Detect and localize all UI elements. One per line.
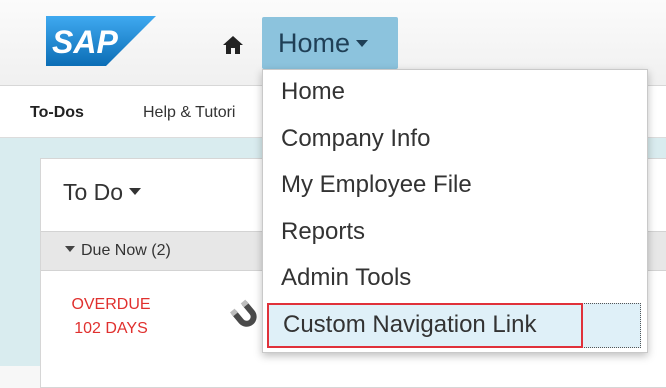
home-menu-button[interactable]: Home [262, 17, 398, 69]
menu-item-admin-tools[interactable]: Admin Tools [281, 264, 411, 292]
home-menu-label: Home [278, 28, 351, 58]
todo-title[interactable]: To Do [63, 179, 142, 206]
triangle-down-icon [65, 245, 75, 252]
home-dropdown-menu: Home Company Info My Employee File Repor… [262, 69, 648, 353]
due-now-text: Due Now (2) [81, 242, 171, 259]
sap-logo[interactable]: SAP [46, 16, 156, 66]
toolbar-link-help-tutorials[interactable]: Help & Tutori [143, 104, 235, 122]
svg-text:SAP: SAP [52, 24, 118, 60]
chevron-down-icon [356, 40, 369, 48]
magnet-icon[interactable] [229, 299, 263, 333]
overdue-line1: OVERDUE [71, 296, 151, 313]
overdue-line2: 102 DAYS [74, 320, 148, 337]
menu-item-custom-navigation-link[interactable]: Custom Navigation Link [267, 303, 583, 348]
home-icon[interactable] [222, 34, 244, 56]
menu-item-reports[interactable]: Reports [281, 218, 365, 246]
menu-item-company-info[interactable]: Company Info [281, 125, 430, 153]
todo-title-label: To Do [63, 179, 124, 205]
chevron-down-icon [129, 188, 142, 196]
menu-item-my-employee-file[interactable]: My Employee File [281, 171, 472, 199]
menu-item-home[interactable]: Home [281, 78, 345, 106]
toolbar-link-todos[interactable]: To-Dos [30, 104, 84, 122]
overdue-status: OVERDUE 102 DAYS [71, 293, 151, 341]
due-now-label: Due Now (2) [65, 242, 171, 260]
